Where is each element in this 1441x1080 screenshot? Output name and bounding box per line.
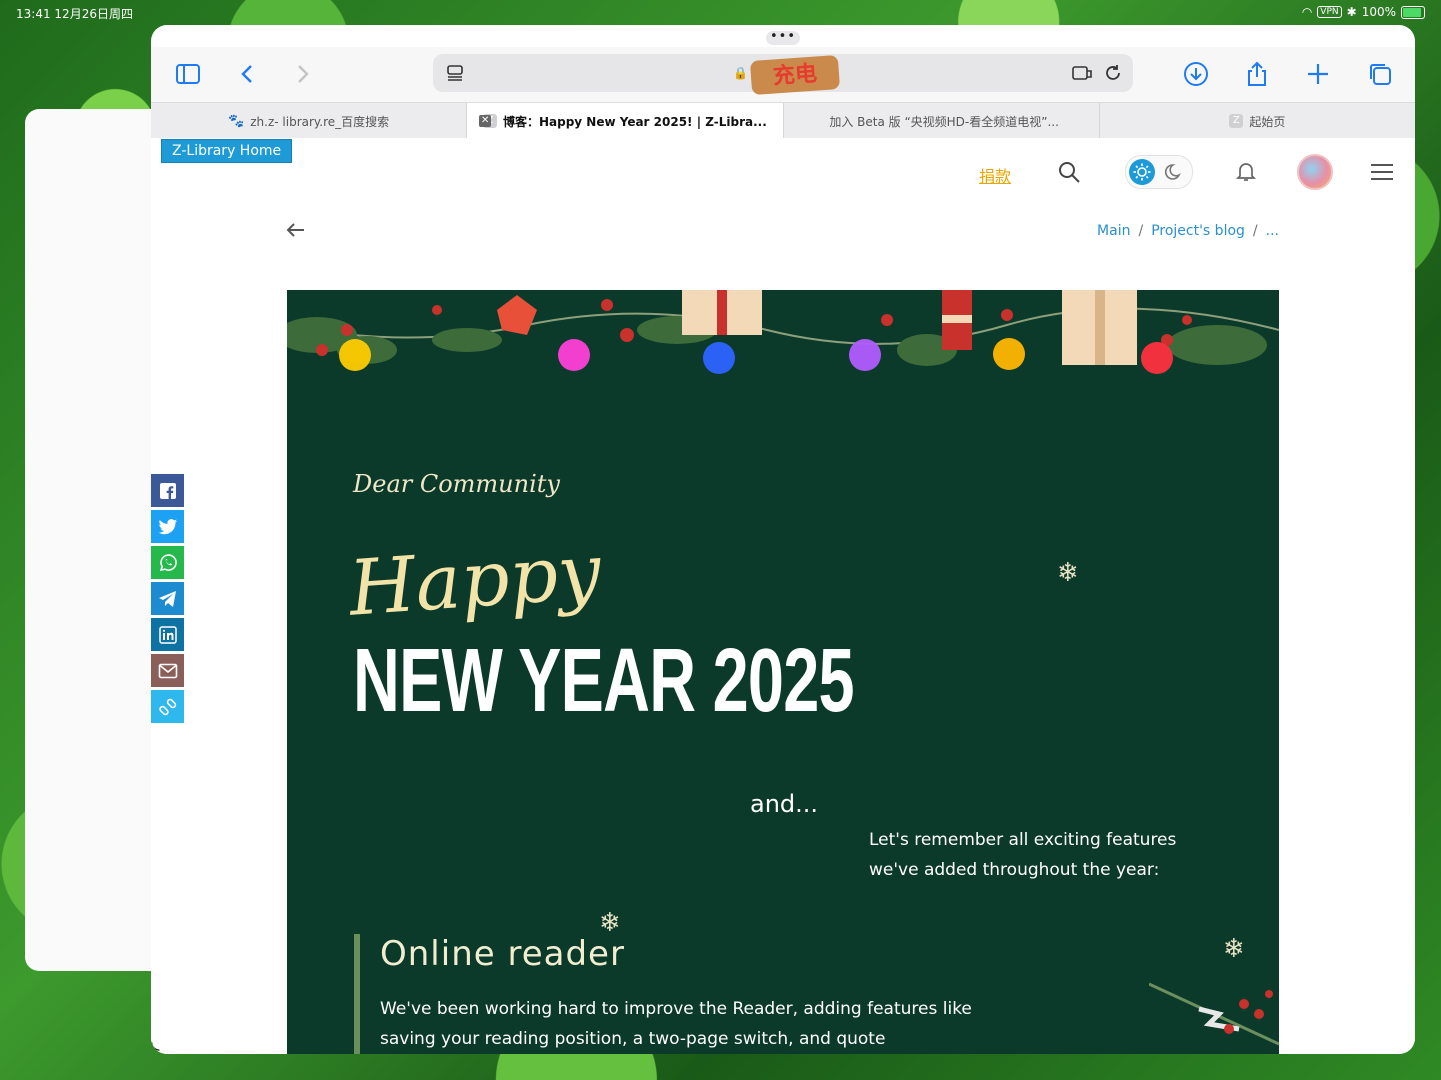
dear-community-text: Dear Community [353,470,560,498]
resize-handle-icon[interactable]: ◟ [151,1029,160,1054]
web-page: Z-Library Home 捐款 Main / Project's blog /..… [151,138,1415,1054]
tab-bar: 🐾 zh.z- library.re_百度搜索 ✕ Z 博客：Happy New… [151,102,1415,140]
section-text: We've been working hard to improve the R… [380,999,972,1049]
share-icon[interactable] [1242,59,1272,89]
snowflake-icon: ❄ [1057,558,1079,588]
and-text: and... [750,790,819,818]
back-arrow-icon[interactable] [284,218,308,246]
baidu-paw-icon: 🐾 [228,113,245,129]
christmas-garland-illustration [287,290,1279,374]
new-year-banner: Dear Community Happy NEW YEAR 2025 ❄ and… [287,290,1279,1054]
charging-sticker: 充电 [749,54,841,96]
breadcrumb-main[interactable]: Main [1097,223,1130,239]
theme-toggle[interactable] [1125,155,1193,189]
snowflake-icon: ❄ [1223,934,1245,964]
vpn-badge: VPN [1317,6,1342,18]
donate-link[interactable]: 捐款 [979,163,1011,187]
linkedin-share-button[interactable] [151,618,184,651]
tabs-overview-icon[interactable] [1365,59,1395,89]
remember-features-text: Let's remember all exciting features we'… [869,830,1177,880]
address-bar[interactable]: 🔒 充电 [433,54,1133,96]
new-year-headline: NEW YEAR 2025 [353,631,855,731]
download-icon[interactable] [1181,59,1211,89]
sun-icon[interactable] [1129,159,1155,185]
happy-script-text: Happy [346,526,604,633]
hamburger-menu-icon[interactable] [1369,162,1395,186]
close-tab-icon[interactable]: ✕ [479,115,492,127]
reload-icon[interactable] [1103,63,1123,87]
tab-baidu[interactable]: 🐾 zh.z- library.re_百度搜索 [151,103,468,139]
notification-bell-icon[interactable] [1235,160,1257,186]
browser-toolbar: 🔒 充电 [151,47,1415,102]
twitter-share-button[interactable] [151,510,184,543]
pine-branch-illustration [1149,982,1279,1046]
online-reader-section: Online reader We've been working hard to… [354,934,990,1054]
zlibrary-favicon-icon: Z [1229,114,1244,128]
section-title: Online reader [380,934,625,974]
tab-zlibrary-blog[interactable]: ✕ Z 博客：Happy New Year 2025! | Z-Libra... [467,103,784,139]
back-icon[interactable] [233,59,263,89]
translate-icon[interactable] [1071,63,1093,87]
lock-icon: 🔒 [733,66,748,80]
breadcrumb-projects-blog[interactable]: Project's blog [1151,223,1245,239]
new-tab-icon[interactable] [1303,59,1333,89]
battery-icon [1401,5,1425,19]
page-menu-icon[interactable] [445,63,465,87]
wifi-icon: ◠ [1301,5,1313,19]
browser-window: ••• 🔒 充电 🐾 zh.z- library.re_百度搜索 ✕ 博客：Ha… [151,25,1415,1054]
moon-icon[interactable] [1164,162,1184,186]
window-menu-dots[interactable]: ••• [766,30,800,45]
copy-link-share-button[interactable] [151,690,184,723]
status-time: 13:41 12月26日周四 [16,7,133,21]
email-share-button[interactable] [151,654,184,687]
user-avatar[interactable] [1297,154,1333,190]
facebook-share-button[interactable] [151,474,184,507]
tab-testflight[interactable]: 加入 Beta 版 “央视频HD-看全频道电视”... [784,103,1100,139]
sidebar-toggle-icon[interactable] [173,59,203,89]
battery-text: 100% [1361,5,1396,19]
zlibrary-home-link[interactable]: Z-Library Home [161,139,293,163]
bluetooth-icon: ✱ [1346,5,1357,19]
whatsapp-share-button[interactable] [151,546,184,579]
forward-icon[interactable] [287,59,317,89]
status-right: ◠ VPN ✱ 100% [1302,5,1425,19]
telegram-share-button[interactable] [151,582,184,615]
search-icon[interactable] [1057,160,1081,188]
breadcrumb-current: ... [1265,223,1279,239]
tab-start-page[interactable]: Z 起始页 [1100,103,1415,139]
share-sidebar [151,474,184,726]
breadcrumb: Main / Project's blog /... [1097,223,1279,239]
status-bar: 13:41 12月26日周四 ◠ VPN ✱ 100% [0,0,1441,24]
